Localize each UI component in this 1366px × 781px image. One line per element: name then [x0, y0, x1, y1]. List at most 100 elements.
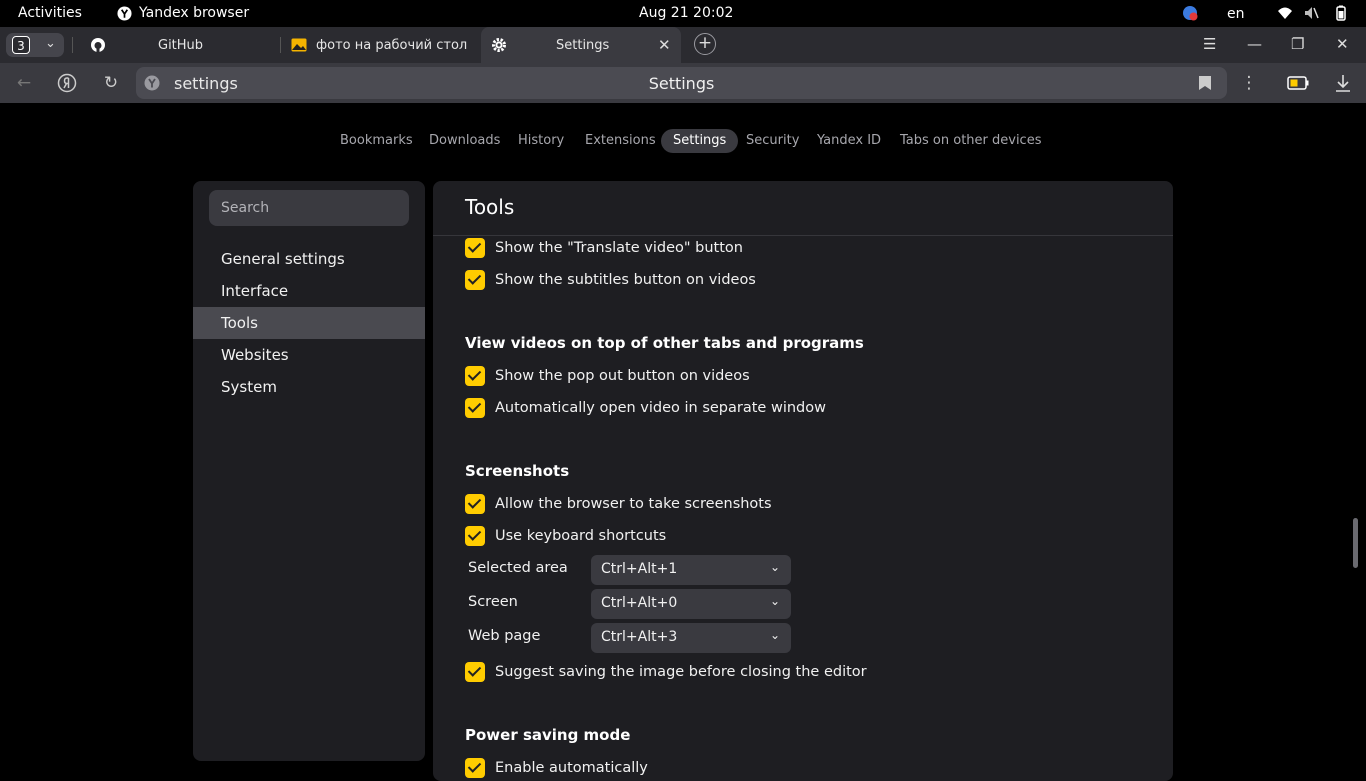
nav-settings[interactable]: Settings	[661, 129, 739, 153]
page-scrollbar[interactable]	[1353, 518, 1358, 568]
omnibox[interactable]: settings Settings	[136, 67, 1227, 99]
tab-label: Settings	[556, 38, 610, 53]
settings-sidebar: General settings Interface Tools Website…	[193, 181, 425, 761]
bookmark-icon[interactable]	[1199, 76, 1211, 90]
nav-security[interactable]: Security	[734, 129, 811, 153]
more-icon[interactable]: ⋮	[1239, 73, 1259, 93]
sidebar-item-websites[interactable]: Websites	[193, 339, 425, 371]
checkbox[interactable]	[465, 662, 485, 682]
nav-yandex-id[interactable]: Yandex ID	[805, 129, 893, 153]
tab-label: GitHub	[158, 38, 204, 53]
web-page-shortcut-select[interactable]: Ctrl+Alt+3 ⌄	[591, 623, 791, 653]
option-label: Allow the browser to take screenshots	[495, 496, 772, 512]
yandex-notification-icon[interactable]	[1182, 5, 1198, 21]
suggest-save-option[interactable]: Suggest saving the image before closing …	[465, 661, 867, 683]
nav-tabs-other-devices[interactable]: Tabs on other devices	[888, 129, 1053, 153]
chevron-down-icon: ⌄	[769, 560, 780, 574]
auto-open-option[interactable]: Automatically open video in separate win…	[465, 397, 826, 419]
tab-photo[interactable]: фото на рабочий стол 4к	[282, 27, 478, 63]
system-top-bar: Activities Yandex browser Aug 21 20:02 e…	[0, 0, 1366, 27]
clock[interactable]: Aug 21 20:02	[639, 5, 733, 21]
select-value: Ctrl+Alt+1	[601, 561, 678, 577]
shortcut-label: Screen	[468, 594, 518, 610]
nav-extensions[interactable]: Extensions	[573, 129, 668, 153]
keyboard-shortcuts-option[interactable]: Use keyboard shortcuts	[465, 525, 666, 547]
tab-label: фото на рабочий стол 4к	[316, 38, 468, 53]
checkbox[interactable]	[465, 270, 485, 290]
divider	[72, 37, 73, 53]
app-name: Yandex browser	[139, 5, 250, 21]
download-icon[interactable]	[1335, 74, 1351, 92]
close-window-icon[interactable]: ✕	[1336, 35, 1349, 53]
tab-github[interactable]: GitHub	[80, 27, 280, 63]
shortcut-label: Selected area	[468, 560, 568, 576]
checkbox[interactable]	[465, 366, 485, 386]
battery-saver-icon[interactable]	[1287, 76, 1309, 90]
volume-muted-icon[interactable]	[1303, 5, 1319, 21]
page-title: Settings	[648, 74, 715, 93]
settings-search[interactable]	[209, 190, 409, 226]
reload-icon[interactable]: ↻	[101, 73, 121, 93]
sidebar-item-tools[interactable]: Tools	[193, 307, 425, 339]
option-label: Show the pop out button on videos	[495, 368, 750, 384]
section-heading-screenshots: Screenshots	[465, 462, 570, 480]
option-label: Use keyboard shortcuts	[495, 528, 667, 544]
battery-icon[interactable]	[1333, 5, 1349, 21]
gear-icon	[492, 38, 506, 52]
option-label: Show the subtitles button on videos	[495, 272, 756, 288]
wifi-icon[interactable]	[1277, 5, 1293, 21]
divider	[280, 37, 281, 53]
tab-count: 3	[12, 36, 30, 54]
tab-settings[interactable]: Settings ✕	[481, 27, 681, 63]
select-value: Ctrl+Alt+3	[601, 629, 678, 645]
option-label: Show the "Translate video" button	[495, 240, 743, 256]
settings-top-nav: Bookmarks Downloads History Extensions S…	[0, 129, 1366, 155]
sidebar-item-system[interactable]: System	[193, 371, 425, 403]
option-label: Automatically open video in separate win…	[495, 400, 826, 416]
checkbox[interactable]	[465, 398, 485, 418]
close-icon[interactable]: ✕	[658, 36, 671, 54]
selected-area-shortcut-select[interactable]: Ctrl+Alt+1 ⌄	[591, 555, 791, 585]
checkbox[interactable]	[465, 494, 485, 514]
yandex-browser-icon	[117, 5, 132, 21]
option-label: Suggest saving the image before closing …	[495, 664, 867, 680]
subtitles-option[interactable]: Show the subtitles button on videos	[465, 269, 756, 291]
minimize-icon[interactable]: —	[1247, 35, 1262, 53]
language-indicator[interactable]: en	[1227, 6, 1245, 22]
enable-automatically-option[interactable]: Enable automatically	[465, 757, 648, 779]
nav-downloads[interactable]: Downloads	[417, 129, 512, 153]
checkbox[interactable]	[465, 526, 485, 546]
shortcut-label: Web page	[468, 628, 541, 644]
section-heading-power: Power saving mode	[465, 726, 631, 744]
allow-screenshots-option[interactable]: Allow the browser to take screenshots	[465, 493, 772, 515]
sidebar-item-interface[interactable]: Interface	[193, 275, 425, 307]
chevron-down-icon: ⌄	[769, 594, 780, 608]
content-header: Tools	[433, 181, 1173, 236]
sidebar-item-general[interactable]: General settings	[193, 243, 425, 275]
select-value: Ctrl+Alt+0	[601, 595, 678, 611]
translate-video-option[interactable]: Show the "Translate video" button	[465, 237, 743, 259]
settings-page: Bookmarks Downloads History Extensions S…	[0, 103, 1366, 781]
tab-bar: 3 ⌄ GitHub фото на рабочий стол 4к Setti…	[0, 27, 1366, 63]
settings-content: Tools Show the "Translate video" button …	[433, 181, 1173, 781]
option-label: Enable automatically	[495, 760, 648, 776]
app-menu[interactable]: Yandex browser	[117, 5, 249, 21]
popout-option[interactable]: Show the pop out button on videos	[465, 365, 750, 387]
nav-bookmarks[interactable]: Bookmarks	[328, 129, 425, 153]
section-title: Tools	[465, 195, 515, 219]
github-icon	[91, 38, 105, 52]
yandex-icon[interactable]	[57, 73, 77, 93]
back-icon[interactable]: ←	[14, 73, 34, 93]
new-tab-button[interactable]: +	[694, 33, 716, 55]
nav-history[interactable]: History	[506, 129, 576, 153]
activities-button[interactable]: Activities	[18, 5, 82, 21]
screen-shortcut-select[interactable]: Ctrl+Alt+0 ⌄	[591, 589, 791, 619]
checkbox[interactable]	[465, 758, 485, 778]
section-heading-video: View videos on top of other tabs and pro…	[465, 334, 864, 352]
menu-icon[interactable]: ☰	[1203, 35, 1216, 53]
search-input[interactable]	[209, 190, 409, 226]
checkbox[interactable]	[465, 238, 485, 258]
tab-count-button[interactable]: 3 ⌄	[6, 33, 64, 57]
chevron-down-icon: ⌄	[769, 628, 780, 642]
restore-icon[interactable]: ❐	[1291, 35, 1304, 53]
